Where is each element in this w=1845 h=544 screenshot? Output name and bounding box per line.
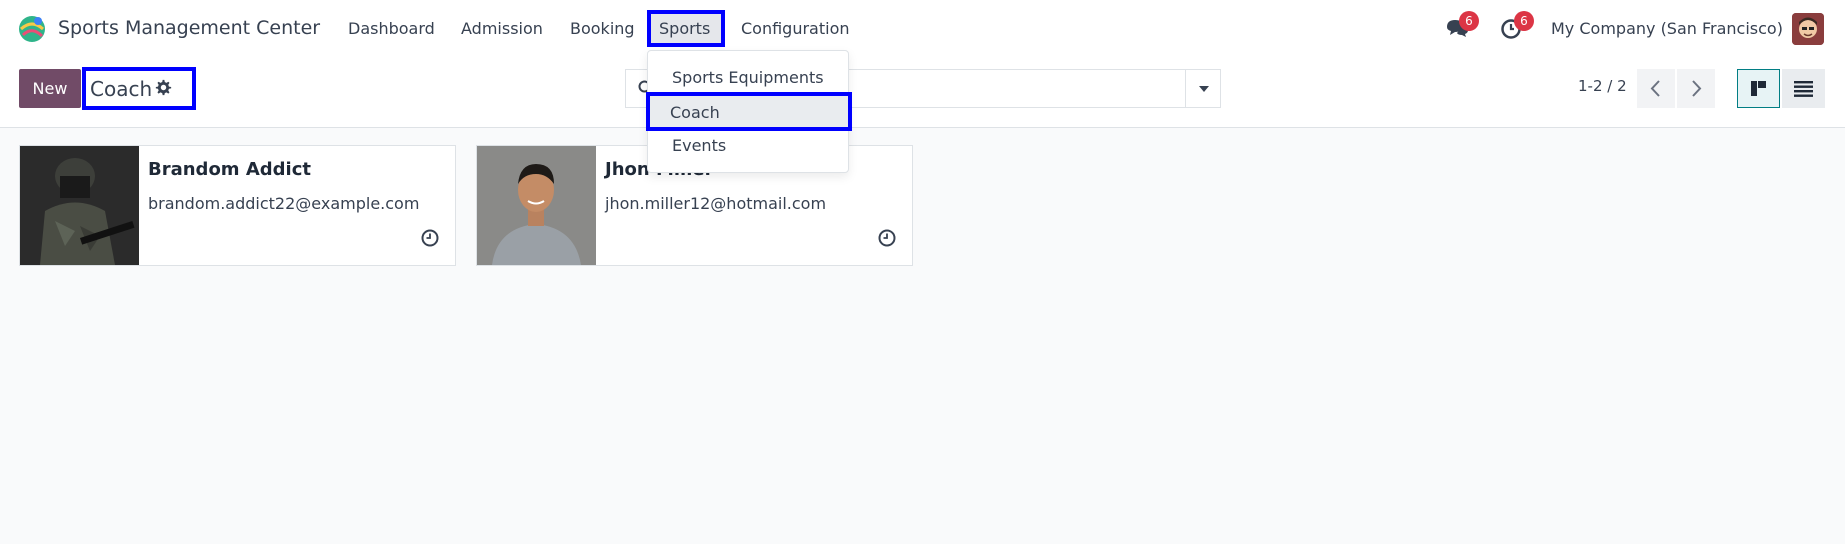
user-avatar[interactable] [1792, 13, 1824, 45]
user-avatar-image [1792, 13, 1824, 45]
list-view-button[interactable] [1782, 69, 1825, 108]
card-email: jhon.miller12@hotmail.com [605, 194, 827, 213]
pager-value[interactable]: 1-2 / 2 [1578, 77, 1627, 95]
activity-clock-icon[interactable] [878, 229, 896, 247]
top-navbar: Sports Management Center Dashboard Admis… [0, 0, 1845, 57]
pager-previous-button[interactable] [1637, 69, 1675, 108]
dropdown-item-events[interactable]: Events [672, 136, 726, 155]
menu-booking[interactable]: Booking [570, 19, 635, 38]
sports-app-logo-icon[interactable] [17, 14, 47, 44]
dropdown-item-coach-label: Coach [670, 103, 720, 122]
chevron-left-icon [1650, 80, 1660, 97]
menu-sports-label: Sports [659, 19, 711, 38]
card-email: brandom.addict22@example.com [148, 194, 420, 213]
coach-photo [477, 146, 596, 265]
menu-configuration[interactable]: Configuration [741, 19, 850, 38]
pager-next-button[interactable] [1677, 69, 1715, 108]
dropdown-item-sports-equipments[interactable]: Sports Equipments [672, 68, 824, 87]
kanban-card[interactable]: Brandom Addict brandom.addict22@example.… [19, 145, 456, 266]
kanban-view-button[interactable] [1737, 69, 1780, 108]
activities-badge: 6 [1514, 11, 1534, 31]
messages-badge: 6 [1459, 11, 1479, 31]
coach-photo [20, 146, 139, 265]
activity-clock-icon[interactable] [421, 229, 439, 247]
menu-admission[interactable]: Admission [461, 19, 543, 38]
caret-down-icon [1199, 86, 1209, 92]
new-button[interactable]: New [19, 69, 81, 108]
card-name: Brandom Addict [148, 159, 311, 180]
gear-icon[interactable] [155, 79, 172, 96]
breadcrumb-title: Coach [90, 77, 153, 101]
menu-dashboard[interactable]: Dashboard [348, 19, 435, 38]
company-switcher[interactable]: My Company (San Francisco) [1551, 19, 1783, 38]
activities-button[interactable]: 6 [1499, 11, 1534, 41]
menu-sports[interactable]: Sports [647, 10, 725, 47]
chevron-right-icon [1692, 80, 1702, 97]
kanban-icon [1751, 81, 1766, 96]
dropdown-item-coach[interactable]: Coach [646, 92, 852, 131]
list-icon [1794, 81, 1813, 97]
messages-button[interactable]: 6 [1444, 11, 1479, 41]
app-title[interactable]: Sports Management Center [58, 17, 320, 39]
search-options-toggle[interactable] [1185, 69, 1221, 108]
breadcrumb: Coach [82, 67, 196, 110]
control-panel: New Coach 1-2 / 2 [0, 57, 1845, 128]
